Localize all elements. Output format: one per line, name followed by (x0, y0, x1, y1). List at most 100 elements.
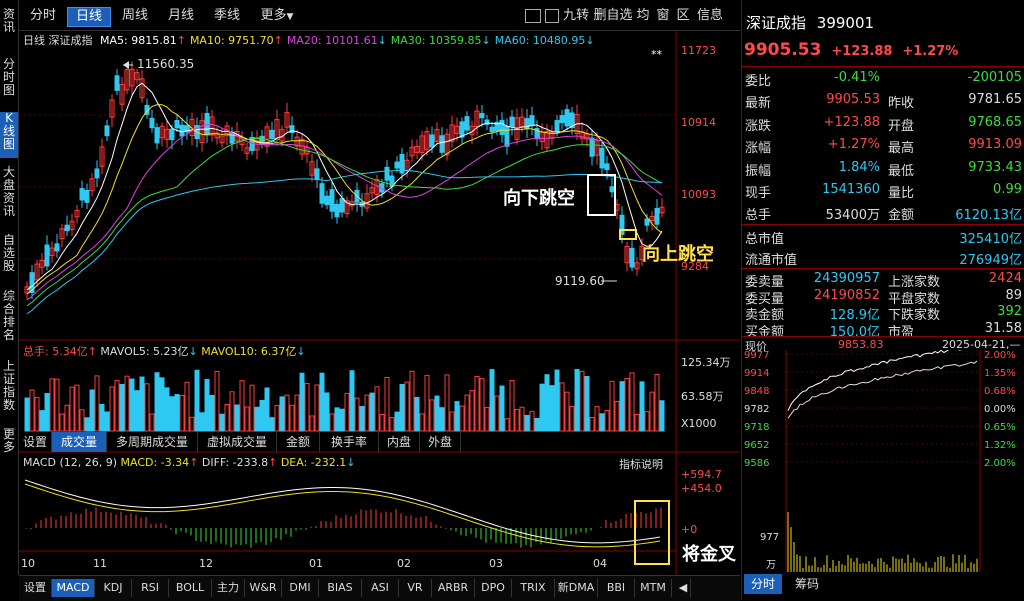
indicator-tab-arbr[interactable]: ARBR (432, 579, 475, 597)
average-button[interactable]: 均 (635, 7, 651, 25)
info-button[interactable]: 信息 (695, 7, 725, 25)
indicator-tab-wr[interactable]: W&R (245, 579, 282, 597)
indicator-tab-rsi[interactable]: RSI (132, 579, 169, 597)
subtab-settings[interactable]: 设置 (19, 432, 52, 452)
tab-timeshare[interactable]: 分时 (25, 7, 61, 25)
nav-more[interactable]: 更多 (0, 428, 18, 458)
volume-bar (584, 376, 590, 432)
indicator-tab-bias[interactable]: BIAS (319, 579, 362, 597)
quote-label: 涨跌 (745, 118, 772, 134)
tab-weekly[interactable]: 周线 (117, 7, 153, 25)
indicator-tab-kdj[interactable]: KDJ (95, 579, 132, 597)
quote-row: 委比 -0.41% -200105 (742, 67, 1024, 89)
volume-bar (439, 407, 445, 432)
window-button[interactable]: 窗 (655, 7, 671, 25)
nav-sh-index[interactable]: 上证指数 (0, 360, 18, 418)
volume-subtabs: 设置 成交量 多周期成交量 虚拟成交量 金额 换手率 内盘 外盘 (19, 432, 740, 452)
chart-area[interactable]: 日线 深证成指 MA5: 9815.81↑ MA10: 9751.70↑ MA20:… (19, 30, 740, 575)
tab-daily[interactable]: 日线 (67, 7, 111, 27)
range-button[interactable]: 区 (675, 7, 691, 25)
subtab-multi-period-volume[interactable]: 多周期成交量 (107, 432, 198, 452)
indicator-tab-bbi[interactable]: BBI (598, 579, 635, 597)
volume-bar (539, 383, 545, 432)
indicator-help-link[interactable]: 指标说明 (619, 456, 663, 472)
jiuzhuan-button[interactable]: 九转 (561, 7, 591, 25)
quote-value: 6120.13亿 (955, 208, 1022, 224)
indicator-tab-mtm[interactable]: MTM (635, 579, 672, 597)
indicator-tab-macd[interactable]: MACD (52, 579, 95, 597)
volume-bar (409, 370, 415, 432)
candle-body (439, 135, 445, 153)
tab-more[interactable]: 更多▼ (257, 7, 297, 25)
intraday-mini-chart[interactable]: 9977 2.00% 9914 1.35% 9848 0.68% 9782 0.00% 9718… (742, 350, 1024, 576)
ma-legend-item: MA30: 10359.85 (390, 34, 482, 47)
arrow-up-icon: ↑ (87, 345, 97, 358)
volume-bar (64, 404, 70, 432)
candle-body (504, 125, 510, 147)
volume-bar (514, 409, 520, 432)
nav-market-news[interactable]: 大盘资讯 (0, 166, 18, 224)
indicator-tab-boll[interactable]: BOLL (169, 579, 212, 597)
candle-body (44, 244, 50, 267)
candle-body (179, 124, 185, 137)
mini-pct-tick: 0.00% (984, 404, 1016, 415)
nav-news[interactable]: 资讯 (0, 8, 18, 36)
tab-monthly[interactable]: 月线 (163, 7, 199, 25)
price-tick: 11723 (681, 44, 716, 57)
candle-body (479, 112, 485, 119)
nav-ranking[interactable]: 综合排名 (0, 290, 18, 348)
nav-watchlist[interactable]: 自选股 (0, 234, 18, 280)
subtab-inner[interactable]: 内盘 (379, 432, 420, 452)
subtab-virtual-volume[interactable]: 虚拟成交量 (198, 432, 277, 452)
volume-unit: X1000 (681, 417, 717, 430)
nav-kline[interactable]: K线图 (0, 112, 18, 158)
arrow-down-icon: ↓ (481, 34, 491, 47)
layout-icon[interactable] (545, 9, 559, 23)
indicator-tab-[interactable]: 主力 (212, 579, 245, 597)
kline-chart[interactable] (19, 30, 740, 575)
indicator-tab-dma[interactable]: 新DMA (555, 579, 598, 597)
indicator-tab-vr[interactable]: VR (399, 579, 432, 597)
subtab-turnover[interactable]: 换手率 (320, 432, 379, 452)
indicator-tab-trix[interactable]: TRIX (512, 579, 555, 597)
volume-bar (74, 384, 80, 432)
volume-total: 总手: 5.34亿 (23, 345, 88, 358)
mini-tab-timeshare[interactable]: 分时 (744, 574, 782, 594)
period-toolbar: 分时 日线 周线 月线 季线 更多▼ 九转 删自选 均 窗 区 信息 (19, 0, 740, 31)
quote-row: 振幅 1.84% 最低 9733.43 (742, 157, 1024, 179)
indicator-tab-dmi[interactable]: DMI (282, 579, 319, 597)
volume-bar (319, 372, 325, 432)
volume-bar (489, 369, 495, 432)
quote-label: 开盘 (888, 118, 915, 134)
zoom-in-icon[interactable] (525, 9, 541, 23)
remove-watchlist-button[interactable]: 删自选 (593, 7, 633, 25)
volume-bar (149, 413, 155, 432)
tab-quarterly[interactable]: 季线 (209, 7, 245, 25)
candle-body (319, 183, 325, 204)
volume-bar (499, 385, 505, 432)
quote-label: 现手 (745, 186, 772, 201)
candle-body (339, 198, 345, 213)
indicator-tab-[interactable]: 设置 (19, 579, 52, 597)
subtab-outer[interactable]: 外盘 (420, 432, 461, 452)
indicator-tab-dpo[interactable]: DPO (475, 579, 512, 597)
price-change-pct: +1.27% (902, 44, 959, 59)
period-label: 日线 (23, 34, 45, 47)
volume-bar (244, 406, 250, 432)
mini-tab-chips[interactable]: 筹码 (788, 574, 826, 594)
scroll-left-icon[interactable]: ◀ (676, 579, 691, 597)
candle-body (79, 188, 85, 201)
indicator-bar: 设置 MACD KDJ RSI BOLL 主力 W&R DMI BIAS ASI VR ARBR DPO… (19, 575, 740, 601)
subtab-volume[interactable]: 成交量 (52, 432, 107, 452)
subtab-amount[interactable]: 金额 (277, 432, 320, 452)
volume-bar (344, 392, 350, 432)
candle-body (329, 189, 335, 212)
nav-timeshare[interactable]: 分时图 (0, 58, 18, 104)
volume-bar (169, 396, 175, 432)
candle-body (629, 247, 635, 268)
volume-bar (549, 385, 555, 432)
volume-bar (379, 414, 385, 432)
volume-bar (274, 404, 280, 432)
volume-bar (329, 413, 335, 432)
indicator-tab-asi[interactable]: ASI (362, 579, 399, 597)
